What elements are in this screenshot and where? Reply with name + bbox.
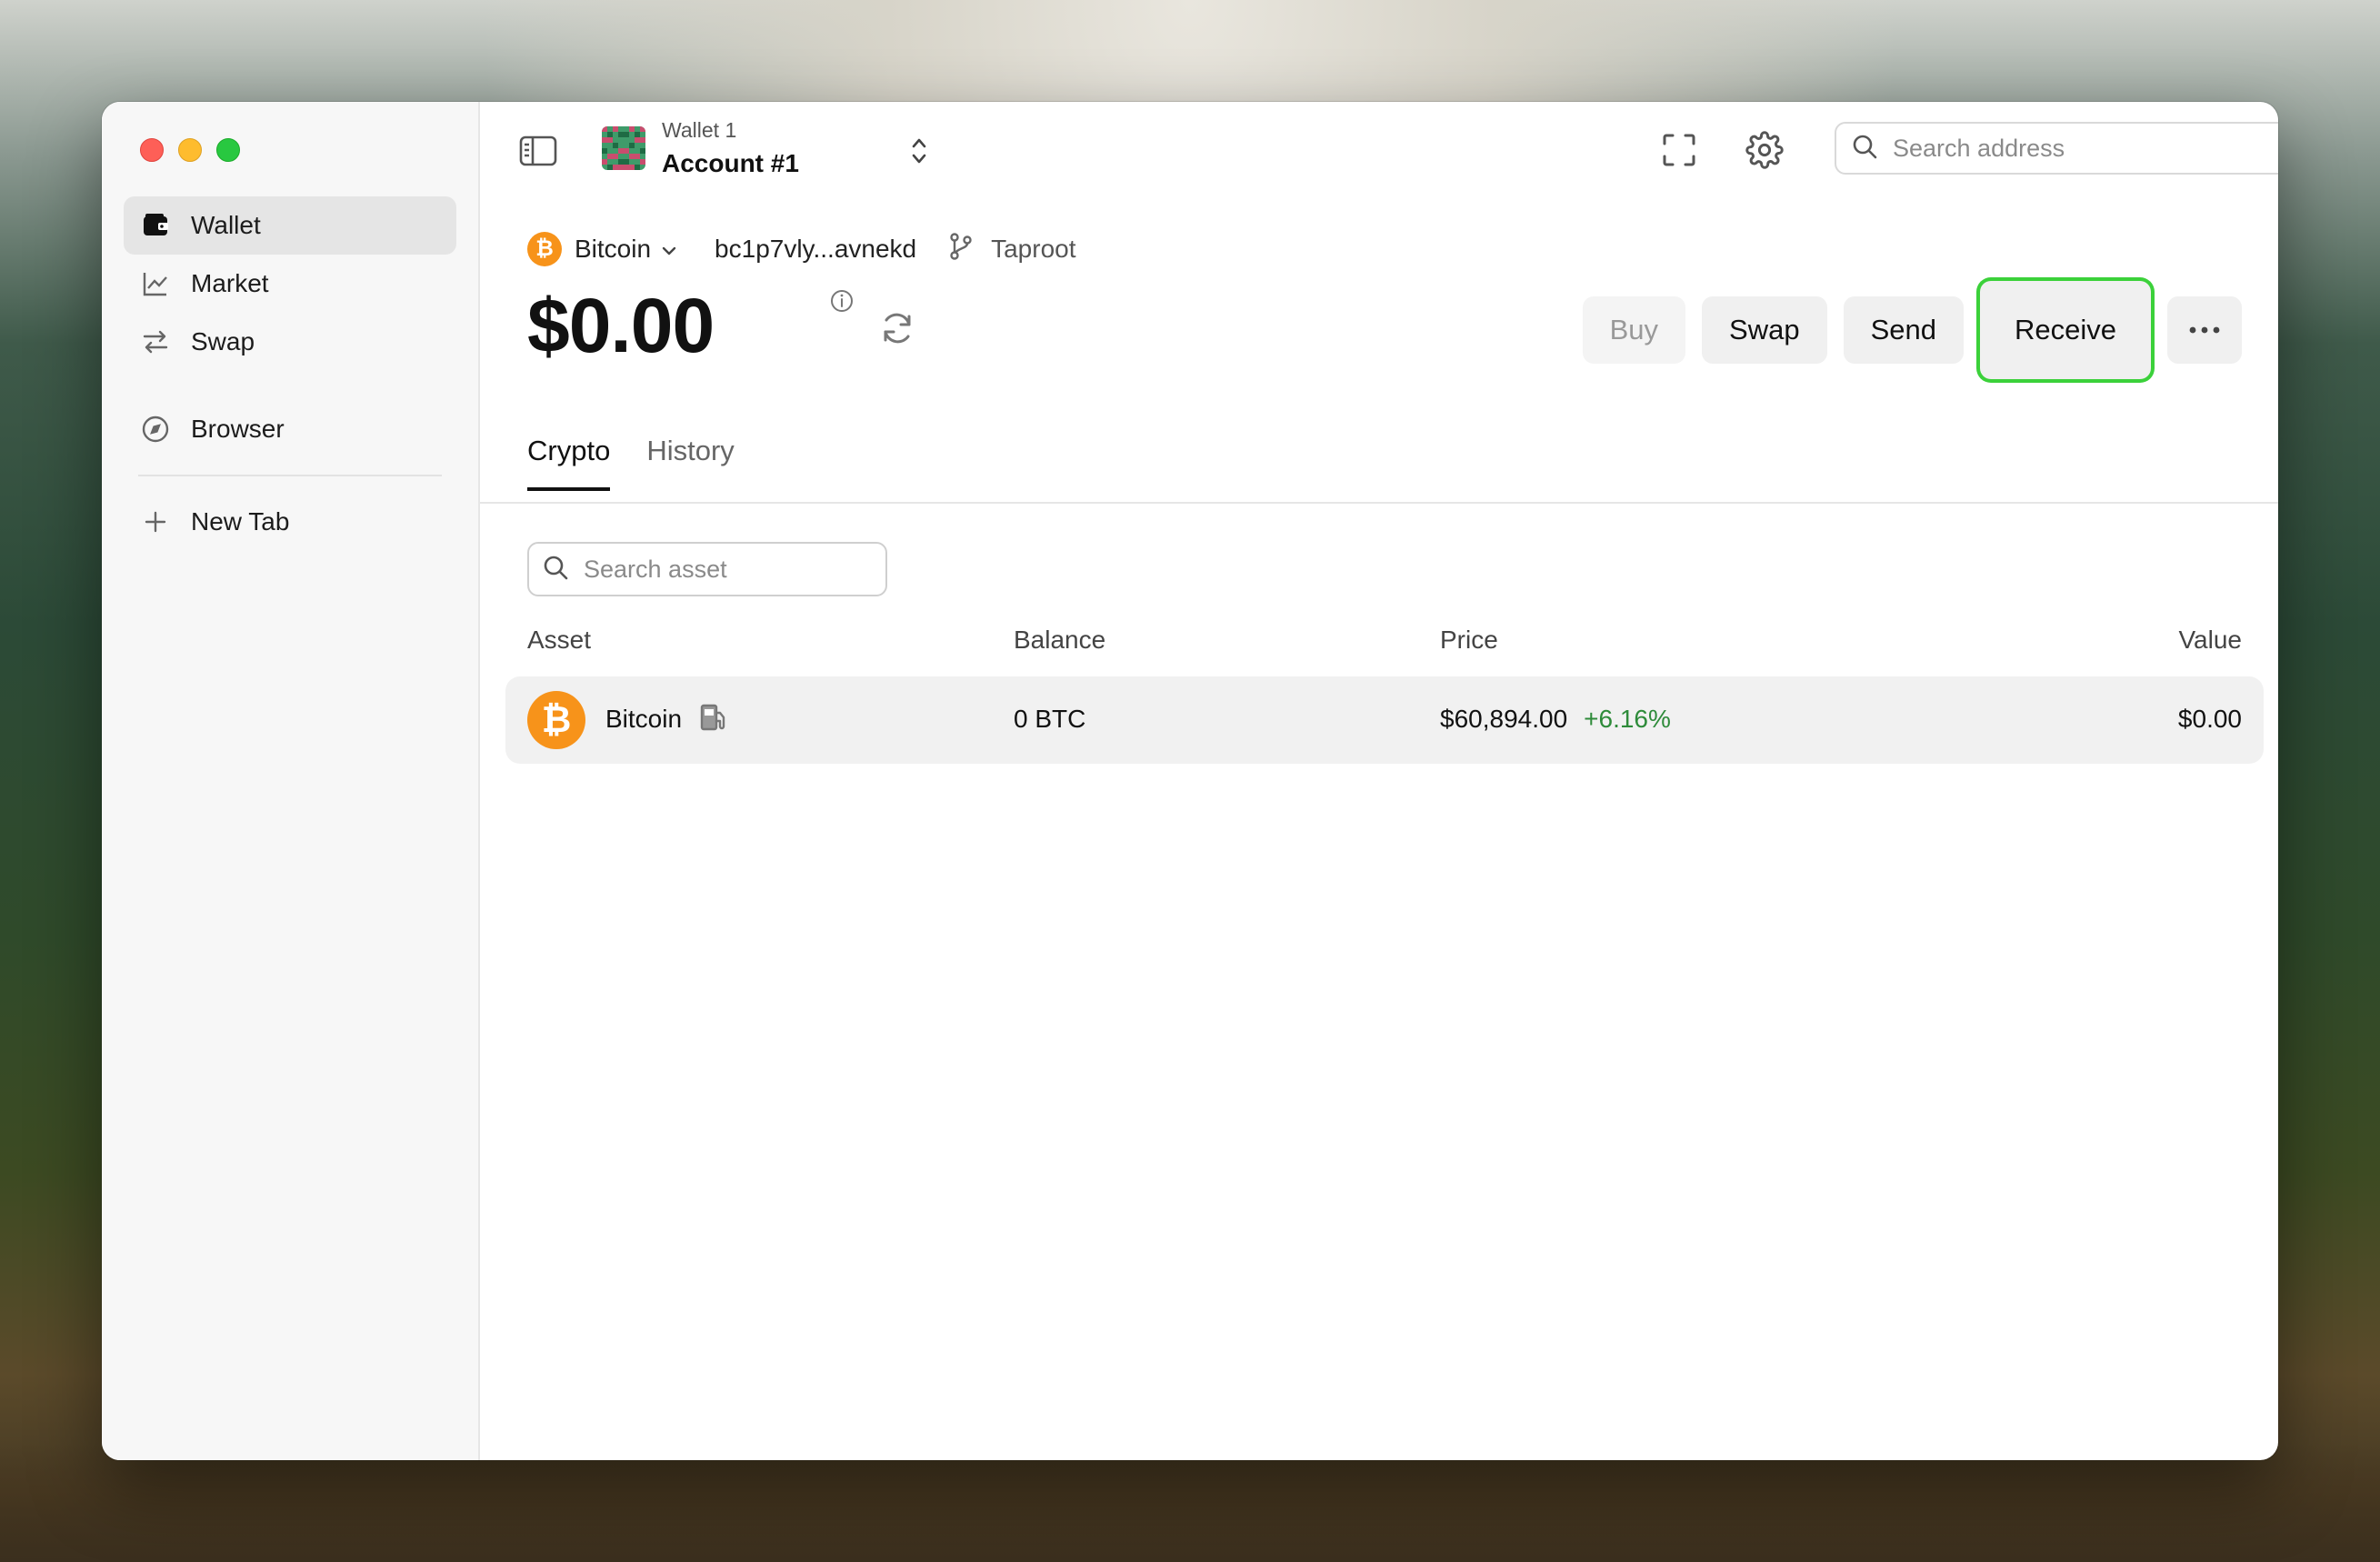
- git-branch-icon: [947, 232, 975, 267]
- column-header-value[interactable]: Value: [2178, 626, 2242, 655]
- sidebar: Wallet Market Swap Browser New Tab: [102, 102, 480, 1460]
- asset-name: Bitcoin: [605, 705, 683, 733]
- wallet-address[interactable]: bc1p7vly...avnekd: [715, 235, 916, 264]
- sidebar-toggle-button[interactable]: [518, 135, 558, 167]
- tab-history[interactable]: History: [646, 435, 734, 491]
- table-row[interactable]: ₿ Bitcoin 0 BTC $60,894.00 +6.16% $0.00: [505, 676, 2264, 764]
- sidebar-nav: Wallet Market Swap Browser New Tab: [124, 196, 456, 551]
- total-balance: $0.00: [527, 283, 715, 368]
- search-address-field[interactable]: [1835, 122, 2278, 175]
- chain-name[interactable]: Bitcoin: [575, 235, 651, 264]
- divider: [138, 475, 442, 476]
- search-icon: [542, 554, 569, 586]
- sidebar-item-label: Wallet: [191, 211, 261, 239]
- send-button[interactable]: Send: [1843, 296, 1964, 364]
- table-header: Asset Balance Price Value: [527, 626, 2242, 662]
- asset-balance: 0 BTC: [1014, 705, 1086, 733]
- action-buttons: Buy Swap Send Receive: [1582, 281, 2242, 379]
- swap-button[interactable]: Swap: [1702, 296, 1827, 364]
- sidebar-item-swap[interactable]: Swap: [124, 313, 456, 371]
- sidebar-item-label: New Tab: [191, 507, 290, 536]
- asset-value: $0.00: [2177, 705, 2242, 733]
- sidebar-item-label: Swap: [191, 327, 255, 355]
- settings-gear-icon[interactable]: [1744, 129, 1785, 171]
- account-name[interactable]: Account #1: [662, 149, 799, 178]
- fullscreen-button[interactable]: [1658, 129, 1700, 171]
- desktop-wallpaper: [0, 1444, 2380, 1562]
- bitcoin-logo-icon: ₿: [527, 691, 585, 749]
- bitcoin-logo-icon: ₿: [527, 232, 562, 266]
- account-avatar[interactable]: [602, 126, 645, 170]
- sidebar-item-label: Market: [191, 269, 269, 297]
- sidebar-item-wallet[interactable]: Wallet: [124, 196, 456, 255]
- price-value: $60,894.00: [1440, 705, 1568, 733]
- main-content: Wallet 1 Account #1 ₿ Bitcoin: [480, 102, 2278, 1460]
- account-switcher-chevron-icon[interactable]: [909, 135, 929, 172]
- view-tabs: Crypto History: [527, 435, 735, 491]
- price-change: +6.16%: [1584, 705, 1671, 733]
- column-header-balance[interactable]: Balance: [1014, 626, 1105, 655]
- swap-icon: [140, 326, 171, 357]
- window-controls: [140, 138, 240, 162]
- search-asset-input[interactable]: [582, 554, 861, 585]
- divider: [480, 502, 2278, 504]
- ellipsis-icon: [2189, 326, 2220, 334]
- wallet-name: Wallet 1: [662, 118, 737, 142]
- sidebar-item-browser[interactable]: Browser: [124, 400, 456, 458]
- sidebar-item-new-tab[interactable]: New Tab: [124, 493, 456, 551]
- gas-pump-icon: [698, 702, 729, 739]
- asset-price: $60,894.00 +6.16%: [1440, 705, 1671, 734]
- chain-selector-row: ₿ Bitcoin bc1p7vly...avnekd Taproot: [527, 229, 1076, 269]
- chevron-down-icon[interactable]: [660, 235, 678, 264]
- address-type-selector[interactable]: Taproot: [947, 232, 1076, 267]
- sidebar-item-label: Browser: [191, 415, 285, 443]
- tab-crypto[interactable]: Crypto: [527, 435, 611, 491]
- maximize-window-button[interactable]: [216, 138, 240, 162]
- plus-icon: [140, 506, 171, 537]
- wallet-icon: [140, 210, 171, 241]
- address-type-label: Taproot: [991, 235, 1076, 263]
- search-address-input[interactable]: [1891, 133, 2278, 164]
- top-toolbar: Wallet 1 Account #1: [480, 102, 2278, 196]
- refresh-icon[interactable]: [878, 309, 916, 352]
- info-icon[interactable]: [829, 288, 855, 318]
- search-icon: [1851, 133, 1878, 165]
- buy-button[interactable]: Buy: [1582, 296, 1686, 364]
- column-header-price[interactable]: Price: [1440, 626, 1498, 655]
- search-asset-field[interactable]: [527, 542, 887, 596]
- close-window-button[interactable]: [140, 138, 164, 162]
- receive-button[interactable]: Receive: [1980, 281, 2151, 379]
- column-header-asset[interactable]: Asset: [527, 626, 591, 655]
- more-options-button[interactable]: [2167, 296, 2242, 364]
- minimize-window-button[interactable]: [178, 138, 202, 162]
- sidebar-item-market[interactable]: Market: [124, 255, 456, 313]
- app-window: Wallet Market Swap Browser New Tab Walle…: [102, 102, 2278, 1460]
- chart-icon: [140, 268, 171, 299]
- compass-icon: [140, 414, 171, 445]
